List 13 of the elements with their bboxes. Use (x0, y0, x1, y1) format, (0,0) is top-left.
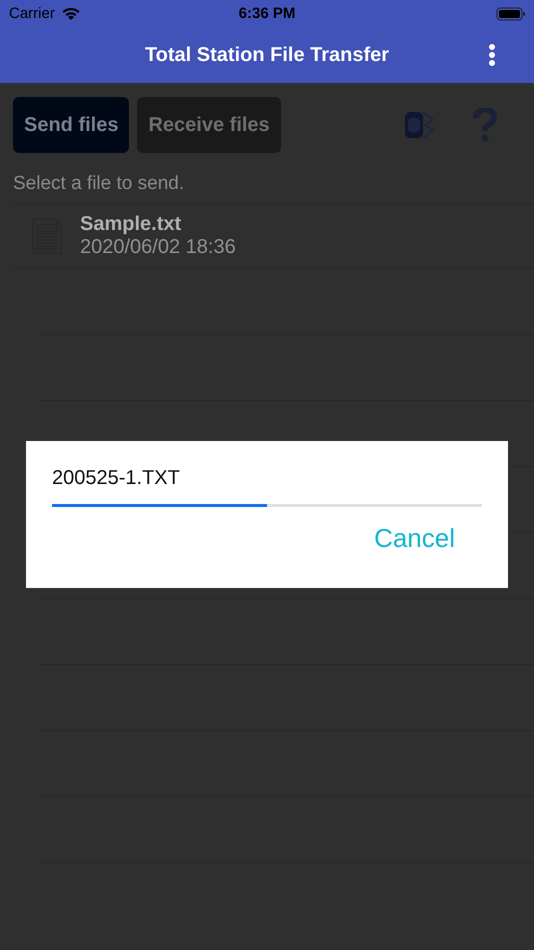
more-icon[interactable] (488, 43, 496, 67)
carrier-name: Carrier (9, 5, 55, 22)
instruction-text: Select a file to send. (12, 172, 186, 196)
file-date: 2020/06/02 18:36 (80, 236, 236, 259)
battery-icon (496, 6, 526, 20)
window-title: Total Station File Transfer (144, 44, 390, 66)
file-row[interactable]: Sample.txt 2020/06/02 18:36 (13, 204, 534, 269)
tab[interactable]: Receive files (137, 97, 281, 153)
wifi-icon (60, 6, 81, 20)
tab[interactable]: Send files (13, 97, 130, 153)
transfer-file-name: 200525-1.TXT (52, 467, 181, 490)
status-time: 6:36 PM (238, 5, 296, 22)
file-name: Sample.txt (80, 213, 182, 236)
